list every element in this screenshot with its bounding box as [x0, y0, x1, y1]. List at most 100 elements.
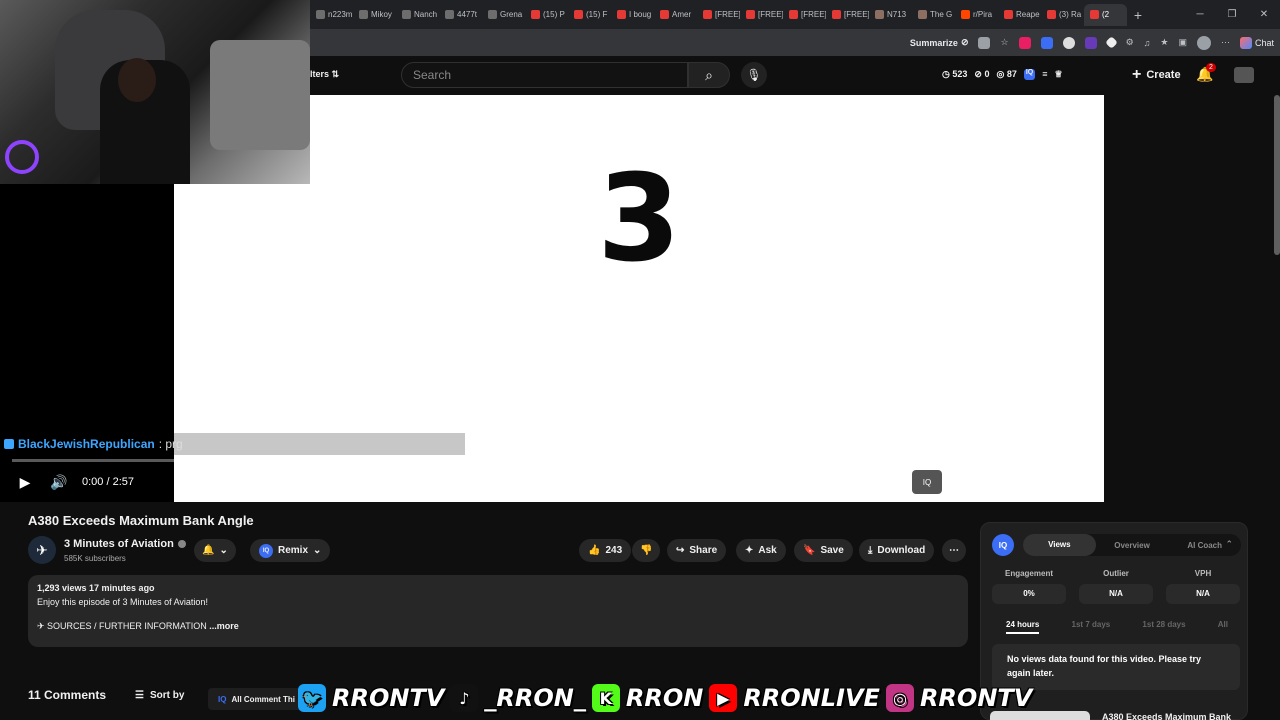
account-avatar[interactable] — [1234, 67, 1254, 83]
tab-favicon-icon — [703, 10, 712, 19]
browser-tab[interactable]: I boug — [611, 4, 654, 26]
player-iq-button[interactable]: IQ — [912, 470, 942, 494]
browser-tab[interactable]: [FREE] — [826, 4, 869, 26]
range-first-28-days[interactable]: 1st 28 days — [1142, 620, 1185, 634]
metric-label: Outlier — [1103, 569, 1129, 578]
ask-button[interactable]: ✦ Ask — [736, 539, 786, 562]
tab-label: Mikoy — [371, 10, 392, 19]
more-actions-button[interactable]: ⋯ — [942, 539, 966, 562]
dislike-button[interactable]: 👎 — [632, 539, 661, 562]
copilot-chat-button[interactable]: Chat — [1239, 36, 1274, 49]
browser-tab[interactable]: [FREE] — [783, 4, 826, 26]
puzzle-icon[interactable]: ⚙ — [1126, 37, 1134, 48]
progress-bar[interactable] — [12, 459, 1104, 462]
metric-value: N/A — [1079, 584, 1153, 604]
browser-tab[interactable]: Grena — [482, 4, 525, 26]
stat-eighty-value: 87 — [1006, 69, 1017, 79]
range-first-7-days[interactable]: 1st 7 days — [1072, 620, 1111, 634]
browser-tab[interactable]: (15) F — [568, 4, 611, 26]
tab-label: Grena — [500, 10, 523, 19]
range-24-hours[interactable]: 24 hours — [1006, 620, 1040, 634]
minimize-icon[interactable]: ─ — [1184, 9, 1216, 20]
header-list-icon[interactable]: ≡ — [1042, 69, 1047, 80]
header-stats: ◷ 523 ⊘ 0 ◎ 87 IQ ≡ ♕ — [942, 69, 1063, 80]
subscription-bell-button[interactable]: 🔔 ⌄ — [194, 539, 236, 562]
browser-tab[interactable]: N713 — [869, 4, 912, 26]
fullscreen-icon[interactable]: ⤢ — [1072, 474, 1104, 490]
browser-tab[interactable]: [FREE] — [697, 4, 740, 26]
voice-search-button[interactable]: 🎙 — [741, 62, 767, 88]
more-link[interactable]: ...more — [207, 621, 239, 631]
tab-label: Nanch — [414, 10, 438, 19]
autoplay-toggle-icon[interactable]: ◐ — [944, 475, 976, 490]
media-icon[interactable]: ♫ — [1144, 38, 1151, 48]
theater-mode-icon[interactable]: ▭ — [1040, 474, 1072, 490]
tab-label: n223m — [328, 10, 353, 19]
header-iq-button[interactable]: IQ — [1023, 69, 1036, 80]
range-all[interactable]: All — [1218, 620, 1228, 634]
header-award-icon[interactable]: ♕ — [1054, 69, 1062, 80]
captions-icon[interactable]: ㏄ — [976, 473, 1008, 492]
settings-gear-icon[interactable]: ⚙ — [1008, 474, 1040, 490]
play-icon[interactable]: ▶ — [8, 474, 42, 491]
browser-tab[interactable]: 4477t — [439, 4, 482, 26]
close-window-icon[interactable]: ✕ — [1248, 9, 1280, 20]
extension-3-icon[interactable] — [1062, 36, 1075, 49]
reader-icon[interactable] — [978, 36, 991, 49]
new-tab-icon[interactable]: + — [1127, 7, 1149, 23]
sort-by-button[interactable]: ☰ Sort by — [135, 690, 184, 701]
browser-tab[interactable]: r/Pira — [955, 4, 998, 26]
volume-icon[interactable]: 🔊 — [42, 474, 76, 491]
channel-name[interactable]: 3 Minutes of Aviation — [64, 538, 186, 550]
search-input[interactable]: Search — [401, 62, 688, 88]
favorites-icon[interactable]: ★ — [1160, 37, 1168, 48]
description-box[interactable]: 1,293 views 17 minutes ago Enjoy this ep… — [28, 575, 968, 647]
like-button[interactable]: 👍 243 — [579, 539, 632, 562]
all-comment-threads-button[interactable]: IQ All Comment Thi — [208, 688, 306, 710]
profile-avatar[interactable] — [1196, 35, 1211, 50]
filters-button[interactable]: lters ⇅ — [310, 69, 339, 80]
browser-tab[interactable]: (15) P — [525, 4, 568, 26]
extension-4-icon[interactable] — [1084, 36, 1097, 49]
browser-tab[interactable]: n223m — [310, 4, 353, 26]
scrollbar[interactable] — [1274, 95, 1280, 255]
chat-username: BlackJewishRepublican — [18, 437, 155, 451]
share-icon: ↪ — [676, 545, 685, 556]
tab-label: [FREE] — [715, 10, 740, 19]
browser-tab[interactable]: Nanch — [396, 4, 439, 26]
sort-by-label: Sort by — [149, 690, 185, 701]
browser-tab[interactable]: Amer — [654, 4, 697, 26]
extension-5-icon[interactable] — [1104, 36, 1118, 49]
star-icon[interactable]: ☆ — [1000, 37, 1008, 48]
extension-1-icon[interactable] — [1018, 36, 1031, 49]
remix-button[interactable]: IQ Remix ⌄ — [250, 539, 331, 562]
search-button[interactable]: ⌕ — [688, 62, 730, 88]
social-handle: RRON — [625, 684, 704, 712]
share-button[interactable]: ↪ Share — [667, 539, 727, 562]
recommended-title[interactable]: A380 Exceeds Maximum Bank — [1102, 712, 1231, 720]
player-right-controls: IQ ◐ ㏄ ⚙ ▭ ⤢ — [912, 467, 1104, 497]
more-dots-icon: ⋯ — [949, 545, 959, 556]
browser-tab[interactable]: Mikoy — [353, 4, 396, 26]
browser-tab[interactable]: (3) Ra — [1041, 4, 1084, 26]
browser-tab[interactable]: The G — [912, 4, 955, 26]
download-button[interactable]: ⤓ Download — [859, 539, 935, 562]
extension-2-icon[interactable] — [1040, 36, 1053, 49]
tiktok-icon: ♪ — [450, 684, 479, 712]
metric-outlier: Outlier N/A — [1079, 569, 1153, 604]
tab-overview[interactable]: Overview — [1096, 541, 1169, 550]
browser-tab[interactable]: Reape — [998, 4, 1041, 26]
filters-label: lters — [310, 69, 330, 79]
more-menu-icon[interactable]: ⋯ — [1221, 37, 1230, 48]
collapse-chevron-icon[interactable]: ⌃ — [1225, 539, 1233, 550]
channel-avatar[interactable]: ✈ — [28, 536, 56, 564]
browser-tab[interactable]: [FREE] — [740, 4, 783, 26]
chat-overlay-bar — [174, 433, 465, 455]
restore-icon[interactable]: ❐ — [1216, 9, 1248, 20]
browser-tab[interactable]: (2 — [1084, 3, 1127, 26]
create-button[interactable]: + Create — [1124, 63, 1189, 87]
tab-views[interactable]: Views — [1023, 534, 1096, 556]
summarize-button[interactable]: Summarize ⊘ — [910, 37, 969, 48]
collections-icon[interactable]: ▣ — [1178, 37, 1187, 48]
save-button[interactable]: 🔖 Save — [794, 539, 853, 562]
